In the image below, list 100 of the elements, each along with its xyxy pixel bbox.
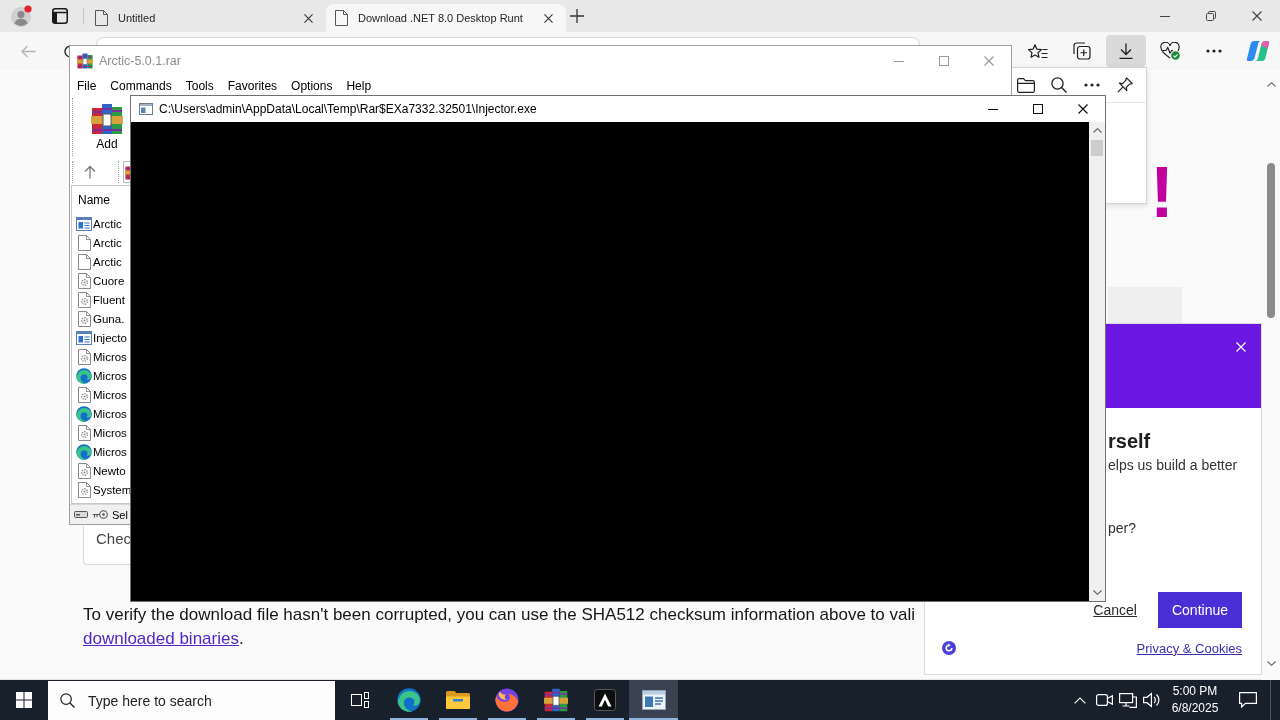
gear-document-icon bbox=[77, 348, 91, 365]
file-row[interactable]: System bbox=[72, 480, 132, 499]
file-row[interactable]: Arctic bbox=[72, 214, 122, 233]
page-heading: ! bbox=[1150, 156, 1174, 228]
swirl-icon bbox=[76, 443, 92, 460]
cancel-link[interactable]: Cancel bbox=[1093, 602, 1137, 618]
scrollbar-thumb[interactable] bbox=[1267, 163, 1275, 318]
card-text: Chec bbox=[96, 529, 130, 549]
binaries-link[interactable]: downloaded binaries bbox=[83, 629, 239, 648]
file-row[interactable]: Injecto bbox=[72, 328, 127, 347]
page-icon bbox=[335, 10, 348, 26]
file-row[interactable]: Arctic bbox=[72, 233, 122, 252]
star-list-icon bbox=[1028, 43, 1048, 59]
file-row[interactable]: Micros bbox=[72, 404, 127, 423]
file-row[interactable]: Newto bbox=[72, 461, 126, 480]
close-icon bbox=[543, 13, 553, 23]
file-row[interactable]: Cuore bbox=[72, 271, 125, 290]
clock-time[interactable]: 5:00 PM bbox=[1172, 683, 1218, 700]
clock-date[interactable]: 6/8/2025 bbox=[1171, 700, 1219, 717]
gear-document-icon bbox=[77, 310, 91, 327]
speech-bubble-icon bbox=[1239, 692, 1257, 708]
back-arrow-icon bbox=[20, 44, 36, 58]
column-header[interactable]: Name bbox=[72, 186, 110, 214]
minimize-icon bbox=[893, 60, 904, 62]
window-title: Arctic-5.0.1.rar bbox=[99, 54, 181, 68]
browser-tab[interactable]: Untitled bbox=[86, 4, 326, 32]
video-camera-icon bbox=[1095, 694, 1113, 706]
toolbar-button[interactable]: Add bbox=[87, 101, 127, 152]
maximize-icon bbox=[1032, 104, 1043, 114]
window-icon bbox=[139, 103, 153, 115]
file-row[interactable]: Guna. bbox=[72, 309, 125, 328]
menu-item[interactable]: Options bbox=[291, 77, 333, 94]
heart-pulse-icon bbox=[1160, 42, 1180, 60]
menu-item[interactable]: Favorites bbox=[227, 77, 278, 94]
file-row[interactable]: Arctic bbox=[72, 252, 122, 271]
file-row[interactable]: Micros bbox=[72, 366, 127, 385]
up-arrow-icon bbox=[84, 164, 96, 179]
browser-tab[interactable]: Download .NET 8.0 Desktop Runt bbox=[326, 4, 566, 32]
caret-down-icon[interactable] bbox=[1266, 661, 1276, 666]
dialog-text: per? bbox=[1108, 519, 1137, 537]
volume-icon bbox=[1143, 692, 1161, 708]
menu-item[interactable]: File bbox=[77, 77, 97, 94]
drive-icon bbox=[74, 511, 88, 518]
books-icon bbox=[91, 103, 123, 135]
avatar-icon[interactable] bbox=[10, 5, 32, 27]
chevron-up-icon bbox=[1074, 696, 1086, 704]
swirl-icon bbox=[396, 688, 421, 712]
taskbar-app-button[interactable] bbox=[629, 680, 678, 720]
refresh-icon[interactable] bbox=[63, 43, 69, 59]
continue-button[interactable]: Continue bbox=[1157, 592, 1242, 628]
page-icon bbox=[95, 10, 108, 26]
dialog-text: elps us build a better bbox=[1108, 456, 1238, 474]
books-icon bbox=[543, 688, 568, 712]
file-row[interactable]: Micros bbox=[72, 347, 127, 366]
close-icon bbox=[303, 13, 313, 23]
minimize-icon bbox=[987, 108, 998, 110]
privacy-link[interactable]: Privacy & Cookies bbox=[1136, 640, 1242, 656]
dialog-heading: rself bbox=[1108, 429, 1151, 453]
close-icon bbox=[1077, 104, 1088, 114]
file-row[interactable]: Micros bbox=[72, 423, 127, 442]
more-icon bbox=[1084, 83, 1100, 87]
circle-logo-icon bbox=[942, 641, 956, 655]
menu-item[interactable]: Help bbox=[346, 77, 372, 94]
address-field[interactable] bbox=[96, 37, 920, 45]
verify-note: To verify the download file hasn't been corrupted, you can use the SHA512 checksum information above to vali downloaded binaries. bbox=[83, 604, 915, 650]
folder-icon bbox=[1017, 77, 1035, 93]
key-icon bbox=[92, 510, 108, 519]
squares-plus-icon bbox=[1073, 42, 1091, 60]
caret-up-icon[interactable] bbox=[1266, 82, 1276, 87]
gear-document-icon bbox=[77, 291, 91, 308]
downloads-button[interactable] bbox=[1106, 35, 1146, 67]
tab-actions-button[interactable] bbox=[49, 5, 71, 27]
search-field[interactable]: Type here to search bbox=[48, 681, 335, 720]
maximize-icon bbox=[938, 56, 949, 66]
gear-document-icon bbox=[77, 481, 91, 498]
close-icon bbox=[983, 56, 994, 66]
window-title: C:\Users\admin\AppData\Local\Temp\Rar$EXa7332.32501\Injector.exe bbox=[159, 102, 537, 116]
menu-item[interactable]: Tools bbox=[185, 77, 214, 94]
caret-down-icon[interactable] bbox=[1092, 590, 1102, 595]
download-icon bbox=[1119, 43, 1133, 59]
file-row[interactable]: Micros bbox=[72, 442, 127, 461]
gear-document-icon bbox=[77, 462, 91, 479]
peak-icon bbox=[593, 689, 616, 711]
swirl-icon bbox=[76, 405, 92, 422]
gear-document-icon bbox=[77, 272, 91, 289]
caret-up-icon[interactable] bbox=[1092, 128, 1102, 133]
close-icon bbox=[1252, 11, 1262, 21]
window-icon bbox=[52, 8, 68, 24]
more-icon bbox=[1206, 49, 1222, 53]
pin-icon bbox=[1117, 77, 1133, 93]
app-window-icon bbox=[76, 330, 92, 345]
file-row[interactable]: Micros bbox=[72, 385, 127, 404]
gear-document-icon bbox=[77, 424, 91, 441]
windows-logo-icon bbox=[16, 692, 32, 708]
folder-icon bbox=[445, 690, 470, 710]
app-window-icon bbox=[76, 216, 92, 231]
plus-icon bbox=[570, 9, 584, 23]
scrollbar-thumb[interactable] bbox=[1091, 140, 1103, 156]
menu-item[interactable]: Commands bbox=[110, 77, 172, 94]
file-row[interactable]: Fluent bbox=[72, 290, 125, 309]
